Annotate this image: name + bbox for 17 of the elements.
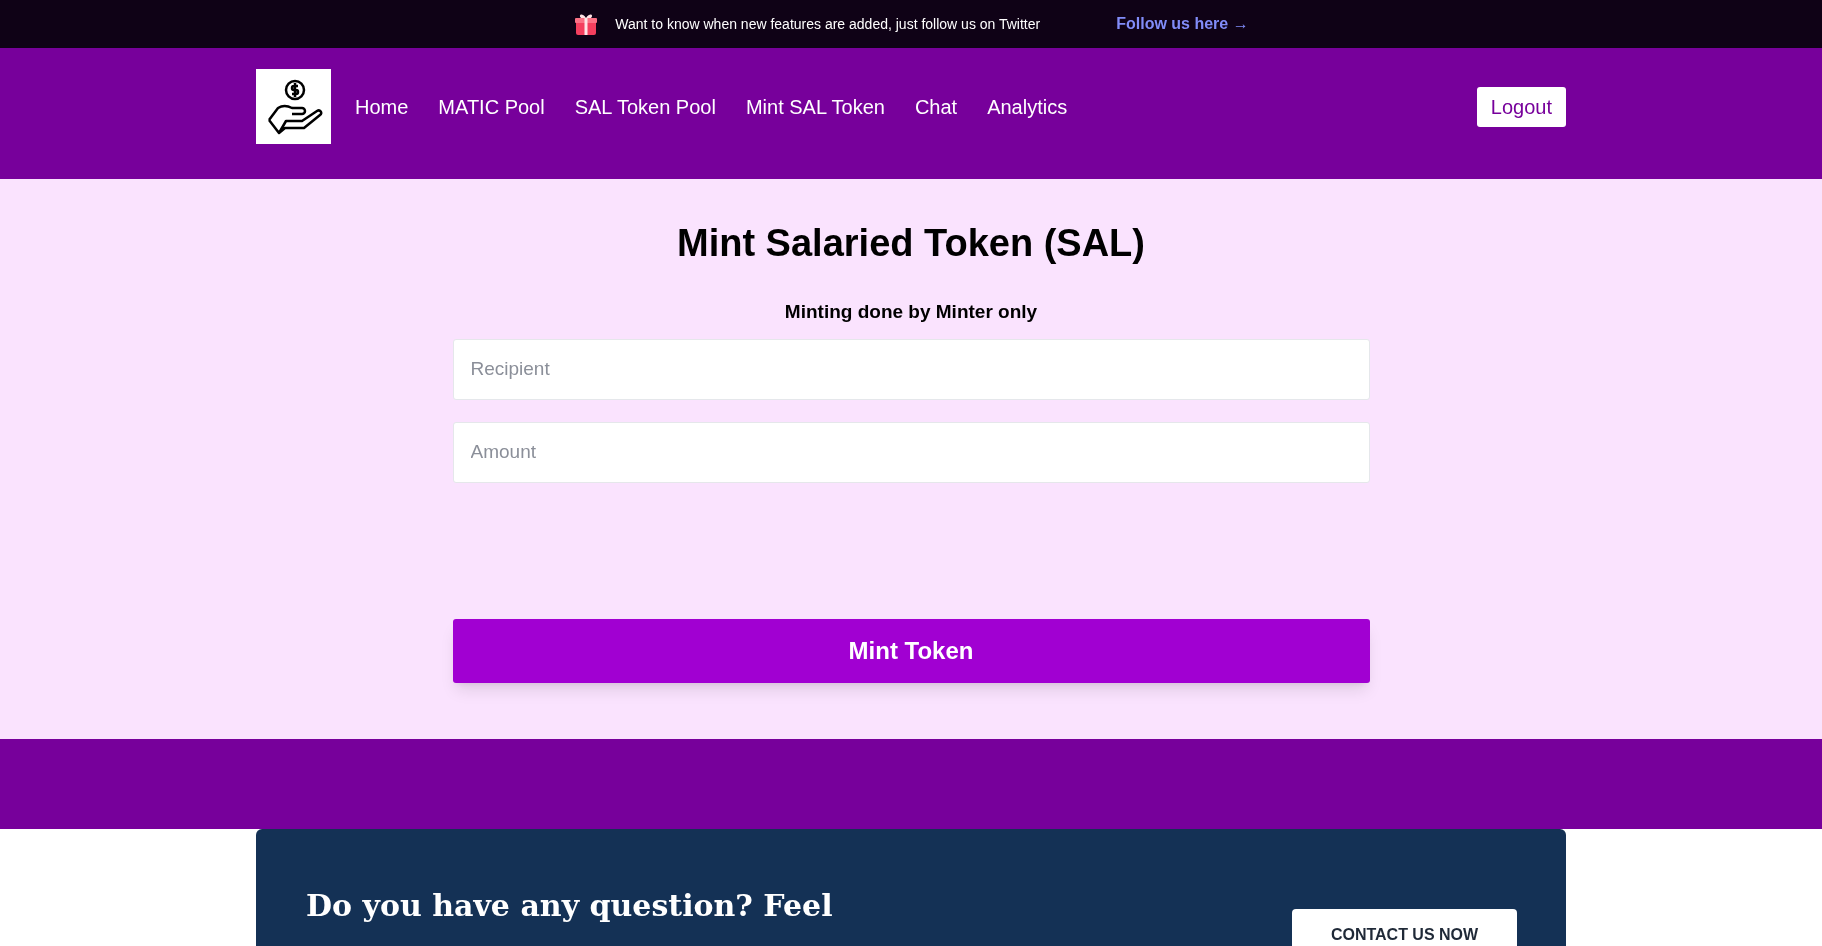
mint-button[interactable]: Mint Token <box>452 618 1370 683</box>
page-title: Mint Salaried Token (SAL) <box>677 221 1145 266</box>
form-subtitle: Minting done by Minter only <box>784 300 1038 324</box>
input-field[interactable]: Recipient <box>452 338 1370 400</box>
logo[interactable] <box>256 69 331 144</box>
contact-heading: Do you have any question? Feel <box>306 891 833 921</box>
nav-link[interactable]: Chat <box>914 91 958 122</box>
announcement-text: Want to know when new features are added, just follow us on Twitter <box>615 14 1041 34</box>
follow-link[interactable]: Follow us here → <box>1116 12 1249 36</box>
logout-button[interactable]: Logout <box>1476 86 1566 127</box>
nav-link[interactable]: SAL Token Pool <box>574 91 716 122</box>
input-field[interactable]: Amount <box>452 421 1370 483</box>
nav-link[interactable]: Analytics <box>987 91 1068 122</box>
nav-link[interactable]: MATIC Pool <box>438 91 545 122</box>
nav-link[interactable]: Mint SAL Token <box>745 91 885 122</box>
contact-button[interactable]: CONTACT US NOW <box>1292 909 1517 946</box>
nav-link[interactable]: Home <box>355 91 409 122</box>
